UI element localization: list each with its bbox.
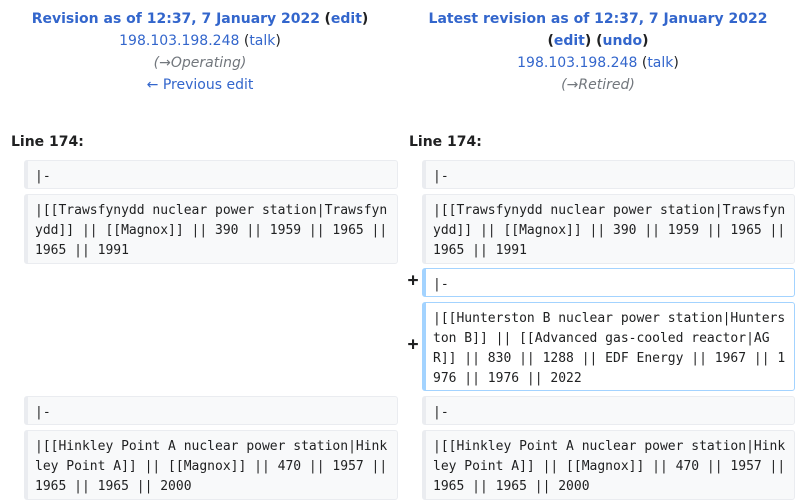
previous-edit-link[interactable]: ← Previous edit	[147, 77, 254, 93]
added-marker: +	[407, 270, 419, 291]
added-line-cell: |-	[422, 268, 795, 297]
new-edit-link[interactable]: edit	[554, 33, 585, 49]
new-context-cell: |[[Trawsfynydd nuclear power station|Tra…	[422, 194, 795, 264]
new-revision-header: Latest revision as of 12:37, 7 January 2…	[398, 8, 798, 96]
old-talk-link[interactable]: talk	[249, 33, 275, 49]
undo-link[interactable]: undo	[603, 33, 643, 49]
new-user-link[interactable]: 198.103.198.248	[517, 55, 637, 71]
added-line-cell: |[[Hunterston B nuclear power station|Hu…	[422, 302, 795, 391]
added-marker: +	[407, 334, 419, 355]
old-line-number: Line 174:	[11, 134, 84, 150]
paren: )	[361, 11, 369, 27]
section-arrow-icon[interactable]: →	[159, 55, 171, 71]
new-context-cell: |[[Hinkley Point A nuclear power station…	[422, 430, 795, 500]
new-context-cell: |-	[422, 160, 795, 189]
new-revision-link[interactable]: Latest revision as of 12:37, 7 January 2…	[429, 11, 768, 27]
new-line-number: Line 174:	[409, 134, 482, 150]
new-context-cell: |-	[422, 396, 795, 425]
old-summary-text: Operating	[170, 55, 241, 71]
old-edit-summary: (→Operating)	[153, 55, 247, 71]
old-context-cell: |[[Trawsfynydd nuclear power station|Tra…	[24, 194, 398, 264]
new-talk-link[interactable]: talk	[647, 55, 673, 71]
paren: )	[673, 55, 679, 71]
old-revision-header: Revision as of 12:37, 7 January 2022 (ed…	[0, 8, 400, 96]
old-user-link[interactable]: 198.103.198.248	[119, 33, 239, 49]
paren: ) (	[584, 33, 603, 49]
new-edit-summary: (→Retired)	[561, 77, 635, 93]
old-context-cell: |-	[24, 160, 398, 189]
paren: )	[275, 33, 281, 49]
section-arrow-icon[interactable]: →	[567, 77, 579, 93]
paren: )	[642, 33, 649, 49]
old-edit-link[interactable]: edit	[331, 11, 362, 27]
new-summary-text: Retired	[578, 77, 630, 93]
old-context-cell: |-	[24, 396, 398, 425]
old-context-cell: |[[Hinkley Point A nuclear power station…	[24, 430, 398, 500]
old-revision-link[interactable]: Revision as of 12:37, 7 January 2022	[32, 11, 320, 27]
